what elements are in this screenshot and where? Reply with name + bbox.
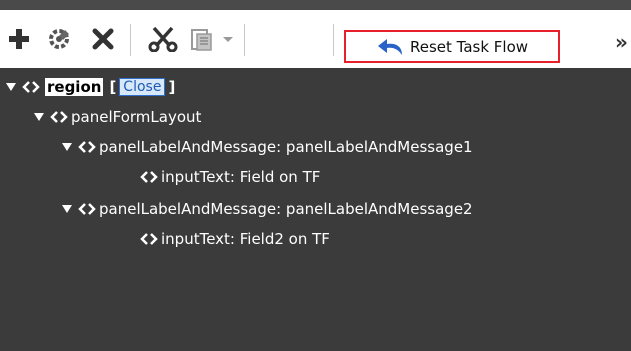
- component-tree: region [ Close ] panelFormLayout panelLa…: [0, 68, 631, 351]
- tag-icon: [78, 140, 96, 154]
- toolbar-separator: [333, 24, 334, 56]
- tree-node-region[interactable]: region [ Close ]: [6, 76, 175, 98]
- toolbar: Reset Task Flow »: [0, 10, 631, 68]
- delete-button[interactable]: [92, 28, 114, 50]
- tree-node[interactable]: inputText: Field on TF: [140, 166, 320, 188]
- tag-icon: [140, 170, 158, 184]
- window-top-strip: [0, 0, 631, 10]
- gear-icon: [49, 29, 69, 49]
- delete-icon: [92, 28, 114, 50]
- overflow-chevron[interactable]: »: [615, 30, 628, 54]
- tag-icon: [50, 110, 68, 124]
- cut-icon: [148, 26, 178, 52]
- tag-icon: [78, 202, 96, 216]
- tree-node-label: panelFormLayout: [71, 108, 202, 126]
- expand-toggle-icon[interactable]: [6, 82, 16, 92]
- add-icon: [9, 29, 29, 49]
- tree-node[interactable]: panelLabelAndMessage: panelLabelAndMessa…: [62, 136, 473, 158]
- close-link[interactable]: Close: [119, 78, 166, 96]
- undo-arrow-icon: [376, 37, 404, 57]
- expand-toggle-icon[interactable]: [62, 204, 72, 214]
- tree-node-label: inputText: Field on TF: [161, 168, 321, 186]
- paste-dropdown[interactable]: [220, 28, 236, 50]
- tree-node[interactable]: panelFormLayout: [34, 106, 201, 128]
- close-bracket: ]: [168, 78, 176, 96]
- expand-toggle-icon[interactable]: [62, 142, 72, 152]
- paste-icon: [191, 29, 212, 51]
- open-bracket: [: [109, 78, 117, 96]
- add-button[interactable]: [8, 28, 30, 50]
- properties-button[interactable]: [46, 26, 72, 52]
- expand-toggle-icon[interactable]: [34, 112, 44, 122]
- tree-node-label: panelLabelAndMessage: panelLabelAndMessa…: [99, 138, 473, 156]
- tree-node-label: region: [45, 78, 104, 96]
- tree-node-label: panelLabelAndMessage: panelLabelAndMessa…: [99, 200, 473, 218]
- tree-node[interactable]: inputText: Field2 on TF: [140, 228, 330, 250]
- toolbar-separator: [130, 24, 131, 56]
- tree-node[interactable]: panelLabelAndMessage: panelLabelAndMessa…: [62, 198, 473, 220]
- tree-node-label: inputText: Field2 on TF: [161, 230, 330, 248]
- tag-icon: [22, 80, 40, 94]
- cut-button[interactable]: [148, 26, 178, 52]
- paste-button[interactable]: [190, 26, 214, 52]
- tag-icon: [140, 232, 158, 246]
- reset-task-flow-button[interactable]: Reset Task Flow: [344, 30, 560, 63]
- toolbar-separator: [244, 24, 245, 56]
- chevron-down-icon: [223, 37, 233, 42]
- reset-task-flow-label: Reset Task Flow: [409, 37, 529, 56]
